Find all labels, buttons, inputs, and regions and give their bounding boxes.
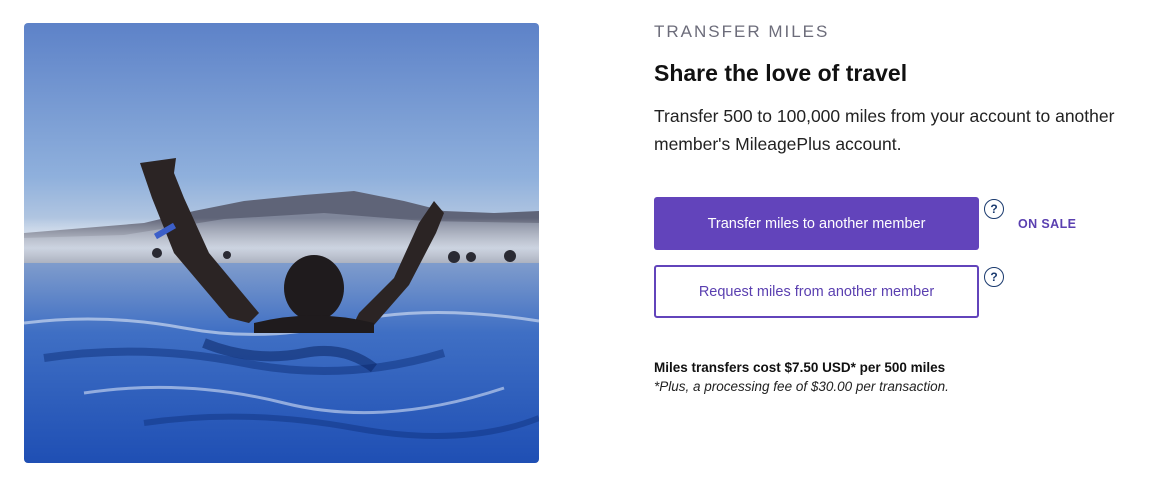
section-description: Transfer 500 to 100,000 miles from your … [654, 106, 1115, 154]
request-miles-button[interactable]: Request miles from another member [654, 265, 979, 318]
section-eyebrow: TRANSFER MILES [654, 22, 830, 41]
request-help-icon[interactable]: ? [984, 267, 1004, 287]
section-title: Share the love of travel [654, 60, 908, 86]
cost-line: Miles transfers cost $7.50 USD* per 500 … [654, 360, 946, 375]
on-sale-badge: ON SALE [1018, 217, 1077, 231]
transfer-action-row: Transfer miles to another member ? ON SA… [654, 197, 1076, 250]
pricing-info: Miles transfers cost $7.50 USD* per 500 … [654, 358, 949, 396]
hero-image [24, 23, 539, 463]
transfer-miles-button[interactable]: Transfer miles to another member [654, 197, 979, 250]
fee-note: *Plus, a processing fee of $30.00 per tr… [654, 379, 949, 394]
transfer-help-icon[interactable]: ? [984, 199, 1004, 219]
request-action-row: Request miles from another member ? [654, 265, 1004, 318]
